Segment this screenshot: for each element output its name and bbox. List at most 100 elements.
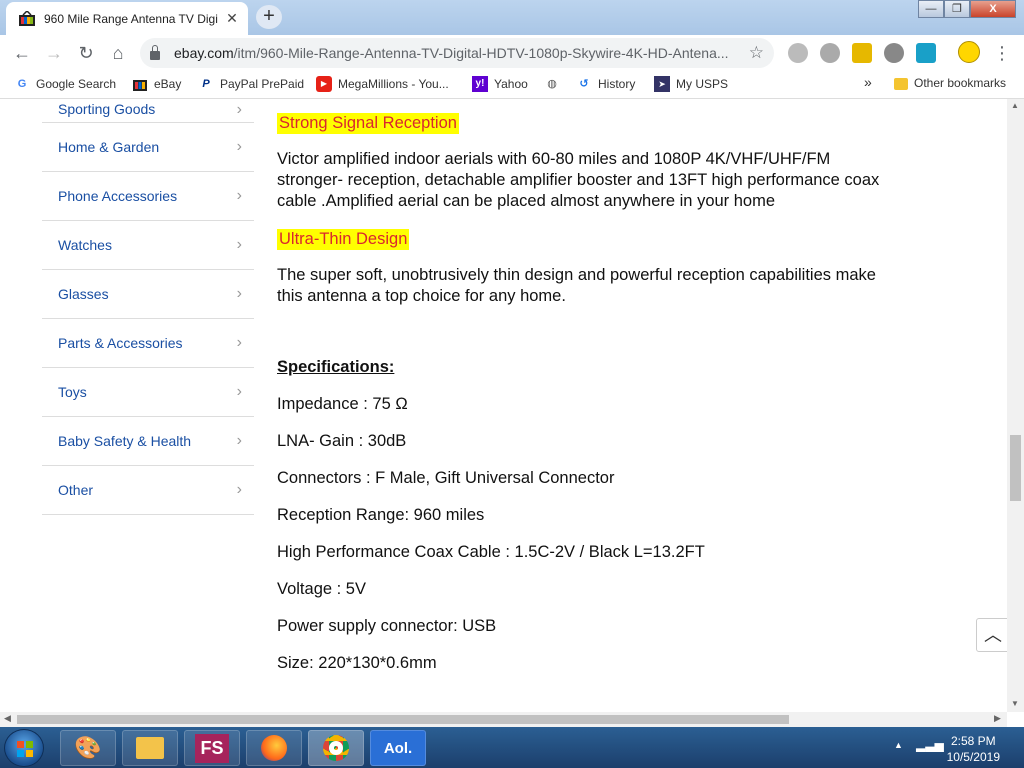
scroll-up-arrow-icon[interactable]: ▲ [1011, 101, 1019, 110]
network-signal-icon[interactable]: ▂▃▅ [916, 738, 944, 752]
minimize-button[interactable]: — [918, 0, 944, 18]
folder-icon [894, 78, 908, 90]
aol-icon: Aol. [383, 739, 413, 757]
bookmark-ebay[interactable]: eBay [132, 76, 181, 92]
sidebar-item-phone-accessories[interactable]: Phone Accessories › [42, 172, 254, 221]
chevron-right-icon: › [236, 334, 242, 351]
chevron-right-icon: › [236, 101, 242, 118]
vertical-scroll-thumb[interactable] [1010, 435, 1021, 501]
google-icon: G [17, 78, 27, 90]
taskbar-fs-app[interactable]: FS [184, 730, 240, 766]
bookmark-usps[interactable]: ➤ My USPS [654, 76, 728, 92]
tab-close-icon[interactable]: ✕ [224, 10, 240, 27]
system-tray: ▲ ▂▃▅ 2:58 PM 10/5/2019 [890, 727, 1024, 768]
bookmark-label: eBay [154, 77, 182, 91]
sidebar-item-glasses[interactable]: Glasses › [42, 270, 254, 319]
chevron-right-icon: › [236, 236, 242, 253]
spec-power-connector: Power supply connector: USB [277, 617, 497, 635]
bookmark-yahoo[interactable]: y! Yahoo [472, 76, 528, 92]
taskbar-chrome[interactable] [308, 730, 364, 766]
bookmark-google-search[interactable]: G Google Search [14, 76, 116, 92]
clock[interactable]: 2:58 PM 10/5/2019 [947, 733, 1000, 765]
taskbar-aol[interactable]: Aol. [370, 730, 426, 766]
url-text[interactable]: ebay.com/itm/960-Mile-Range-Antenna-TV-D… [174, 45, 741, 61]
scroll-left-arrow-icon[interactable]: ◀ [4, 713, 11, 724]
other-bookmarks-label: Other bookmarks [914, 76, 1007, 90]
browser-toolbar: ← → ↻ ⌂ ebay.com/itm/960-Mile-Range-Ante… [0, 35, 1024, 71]
yahoo-icon: y! [472, 76, 488, 92]
extension-icon-4[interactable] [884, 43, 904, 63]
globe-icon: ◍ [547, 78, 557, 90]
paragraph-design-line1: The super soft, unobtrusively thin desig… [277, 266, 876, 284]
spec-connectors: Connectors : F Male, Gift Universal Conn… [277, 469, 615, 487]
bookmark-history[interactable]: ↺ History [576, 76, 635, 92]
sidebar-item-watches[interactable]: Watches › [42, 221, 254, 270]
scroll-down-arrow-icon[interactable]: ▼ [1011, 699, 1019, 708]
forward-icon[interactable]: → [38, 37, 70, 69]
sidebar-item-other[interactable]: Other › [42, 466, 254, 515]
extension-icon-3[interactable] [852, 43, 872, 63]
close-window-button[interactable]: X [970, 0, 1016, 18]
paragraph-design-line2: this antenna a top choice for any home. [277, 287, 566, 305]
menu-kebab-icon[interactable]: ⋮ [986, 37, 1018, 69]
spec-reception-range: Reception Range: 960 miles [277, 506, 485, 524]
sidebar-item-label: Watches [58, 237, 112, 253]
new-tab-button[interactable]: + [256, 5, 282, 29]
fs-app-icon: FS [195, 733, 229, 763]
bookmarks-bar: G Google Search eBay P PayPal PrePaid ▶ … [0, 71, 1024, 99]
chrome-icon [323, 735, 349, 761]
bookmark-star-icon[interactable]: ☆ [749, 43, 764, 63]
sidebar-item-label: Parts & Accessories [58, 335, 183, 351]
lock-icon [150, 44, 160, 60]
extension-icon-5[interactable] [916, 43, 936, 63]
windows-taskbar: 🎨 FS Aol. ▲ ▂▃▅ 2:58 PM 10/5/2019 [0, 727, 1024, 768]
sidebar-item-label: Other [58, 482, 94, 498]
chevron-right-icon: › [236, 432, 242, 449]
taskbar-paint[interactable]: 🎨 [60, 730, 116, 766]
vertical-scrollbar[interactable]: ▲ ▼ [1007, 99, 1024, 712]
sidebar-item-sporting-goods[interactable]: Sporting Goods › [42, 99, 254, 123]
url-path: /itm/960-Mile-Range-Antenna-TV-Digital-H… [233, 45, 729, 61]
sidebar-item-toys[interactable]: Toys › [42, 368, 254, 417]
page-viewport: Sporting Goods › Home & Garden › Phone Acc… [0, 99, 1007, 712]
scroll-right-arrow-icon[interactable]: ▶ [994, 713, 1001, 724]
paypal-icon: P [202, 78, 210, 90]
sidebar-item-baby-safety-health[interactable]: Baby Safety & Health › [42, 417, 254, 466]
bookmark-megamillions[interactable]: ▶ MegaMillions - You... [316, 76, 449, 92]
horizontal-scrollbar[interactable]: ◀ ▶ [0, 712, 1007, 727]
home-icon[interactable]: ⌂ [102, 37, 134, 69]
url-host: ebay.com [174, 45, 234, 61]
bookmark-paypal[interactable]: P PayPal PrePaid [198, 76, 304, 92]
extension-icon-2[interactable] [820, 43, 840, 63]
bookmark-globe[interactable]: ◍ [544, 76, 566, 92]
history-icon: ↺ [579, 78, 589, 90]
sidebar-item-label: Glasses [58, 286, 109, 302]
sidebar-item-label: Baby Safety & Health [58, 433, 192, 449]
maximize-button[interactable]: ❐ [944, 0, 970, 18]
windows-logo-icon [17, 741, 33, 757]
taskbar-explorer[interactable] [122, 730, 178, 766]
sidebar-item-home-garden[interactable]: Home & Garden › [42, 123, 254, 172]
extension-icon-1[interactable] [788, 43, 808, 63]
show-hidden-icons-icon[interactable]: ▲ [894, 740, 903, 750]
bookmarks-overflow-button[interactable]: » [864, 74, 872, 90]
bookmark-label: My USPS [676, 77, 729, 91]
tab-active[interactable]: 960 Mile Range Antenna TV Digi ✕ [6, 2, 248, 35]
taskbar-firefox[interactable] [246, 730, 302, 766]
chevron-right-icon: › [236, 383, 242, 400]
scroll-to-top-button[interactable]: ︿ [976, 618, 1010, 652]
specifications-title: Specifications: [277, 358, 395, 376]
chevron-right-icon: › [236, 138, 242, 155]
other-bookmarks-folder[interactable]: Other bookmarks [894, 76, 1006, 90]
smiley-extension-icon[interactable] [958, 41, 980, 63]
address-bar[interactable]: ebay.com/itm/960-Mile-Range-Antenna-TV-D… [140, 38, 774, 68]
reload-icon[interactable]: ↻ [70, 37, 102, 69]
sidebar-item-label: Home & Garden [58, 139, 160, 155]
sidebar-item-label: Phone Accessories [58, 188, 178, 204]
back-icon[interactable]: ← [6, 37, 38, 69]
bookmark-label: MegaMillions - You... [338, 77, 449, 91]
horizontal-scroll-thumb[interactable] [17, 715, 789, 724]
start-button[interactable] [4, 729, 44, 767]
bookmark-label: Google Search [36, 77, 117, 91]
sidebar-item-parts-accessories[interactable]: Parts & Accessories › [42, 319, 254, 368]
